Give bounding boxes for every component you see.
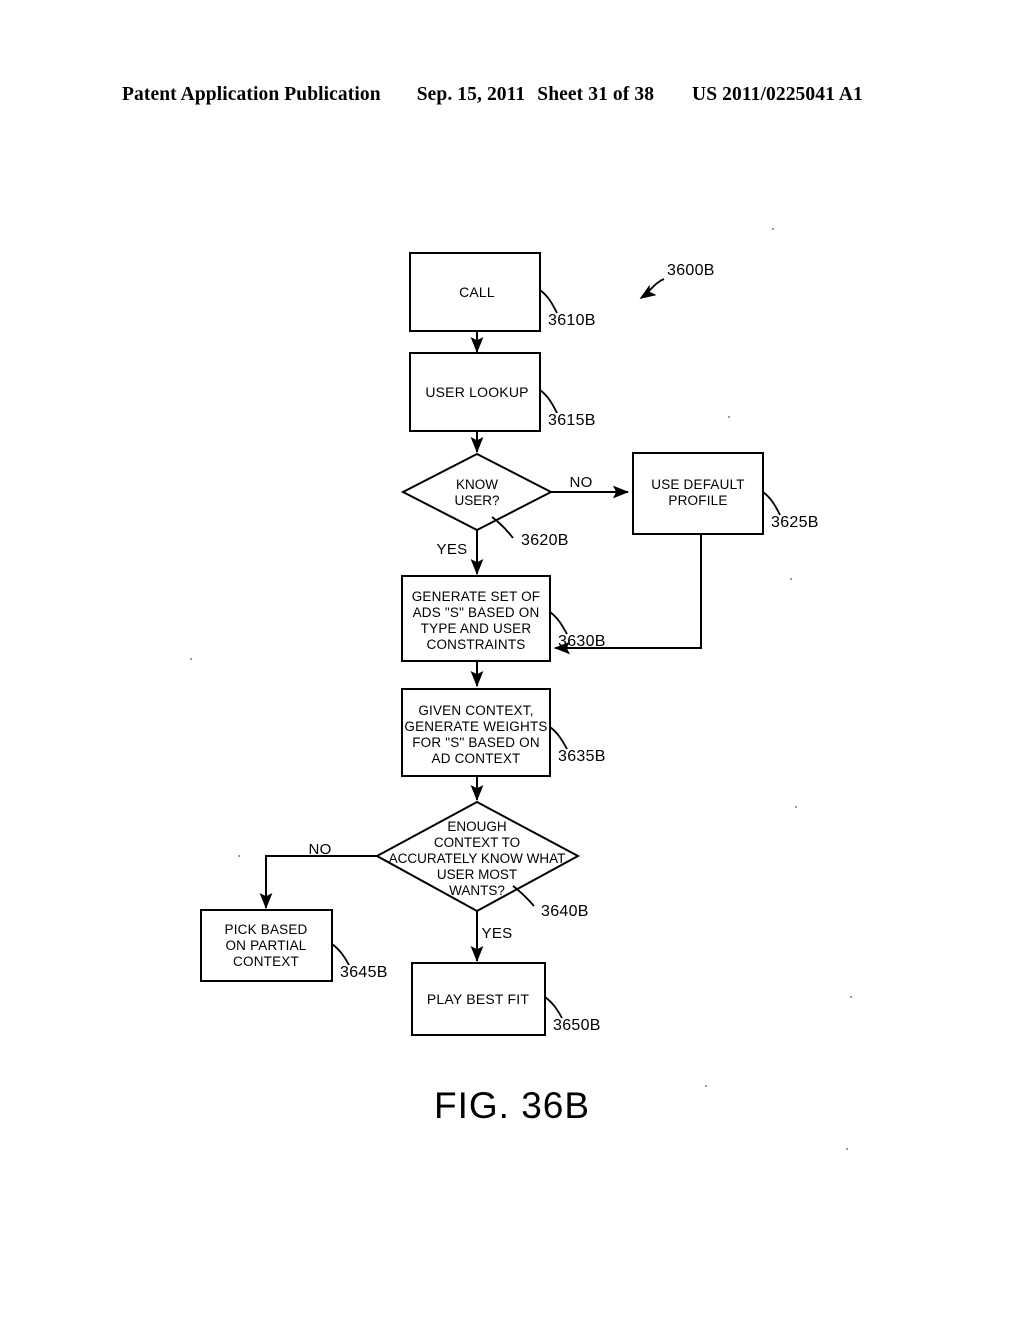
node-user-lookup-ref: 3615B xyxy=(548,412,596,429)
leader-line-pick-partial xyxy=(331,943,350,966)
node-call-ref: 3610B xyxy=(548,312,596,329)
node-use-default-profile-label-line2: PROFILE xyxy=(668,493,727,508)
node-generate-weights-label-line1: GIVEN CONTEXT, xyxy=(418,703,533,718)
node-know-user: KNOW USER? 3620B xyxy=(400,452,569,549)
leader-line-user-lookup xyxy=(539,389,558,414)
node-generate-set-label-line1: GENERATE SET OF xyxy=(412,589,541,604)
diagram-reference-label: 3600B xyxy=(667,262,715,279)
node-generate-weights-label-line2: GENERATE WEIGHTS xyxy=(404,719,547,734)
node-play-best-fit-ref: 3650B xyxy=(553,1017,601,1034)
node-generate-weights: GIVEN CONTEXT, GENERATE WEIGHTS FOR "S" … xyxy=(401,688,606,777)
leader-line-use-default-profile xyxy=(762,491,781,516)
node-generate-set: GENERATE SET OF ADS "S" BASED ON TYPE AN… xyxy=(401,575,606,662)
node-enough-context-label-line3: ACCURATELY KNOW WHAT xyxy=(389,851,566,866)
node-user-lookup: USER LOOKUP 3615B xyxy=(409,352,596,432)
patent-page: Patent Application Publication Sep. 15, … xyxy=(0,0,1024,1320)
connector-use-default-profile-to-generate-set xyxy=(554,534,702,655)
node-use-default-profile-label-line1: USE DEFAULT xyxy=(651,477,744,492)
node-use-default-profile-ref: 3625B xyxy=(771,514,819,531)
leader-line-call xyxy=(539,289,558,314)
node-enough-context-label-line2: CONTEXT TO xyxy=(434,835,520,850)
diagram-reference-callout: 3600B xyxy=(639,262,715,299)
node-generate-weights-label-line4: AD CONTEXT xyxy=(431,751,520,766)
diagram-reference-arrow xyxy=(639,278,665,299)
node-use-default-profile: USE DEFAULT PROFILE 3625B xyxy=(632,452,819,535)
branch-label-know-user-no: NO xyxy=(569,474,592,491)
node-know-user-ref: 3620B xyxy=(521,532,569,549)
branch-label-know-user-yes: YES xyxy=(437,541,468,558)
leader-line-play-best-fit xyxy=(544,996,563,1019)
node-play-best-fit: PLAY BEST FIT 3650B xyxy=(411,962,601,1036)
node-user-lookup-label: USER LOOKUP xyxy=(425,384,528,400)
branch-label-enough-context-no: NO xyxy=(308,841,331,858)
node-generate-set-label-line2: ADS "S" BASED ON xyxy=(413,605,540,620)
node-pick-partial-label-line1: PICK BASED xyxy=(224,922,307,937)
node-enough-context-label-line5: WANTS? xyxy=(449,883,505,898)
node-call: CALL 3610B xyxy=(409,252,596,332)
connector-enough-context-no-to-pick-partial xyxy=(259,855,377,909)
node-generate-weights-ref: 3635B xyxy=(558,748,606,765)
node-generate-set-label-line3: TYPE AND USER xyxy=(421,621,532,636)
node-pick-partial-label-line3: CONTEXT xyxy=(233,954,299,969)
leader-line-generate-set xyxy=(549,611,568,635)
node-pick-partial-label-line2: ON PARTIAL xyxy=(225,938,306,953)
branch-label-enough-context-yes: YES xyxy=(482,925,513,942)
node-generate-set-label-line4: CONSTRAINTS xyxy=(427,637,526,652)
leader-line-generate-weights xyxy=(549,726,568,750)
node-play-best-fit-label: PLAY BEST FIT xyxy=(427,991,529,1007)
node-generate-weights-label-line3: FOR "S" BASED ON xyxy=(412,735,540,750)
leader-line-enough-context xyxy=(512,885,535,907)
node-generate-set-ref: 3630B xyxy=(558,633,606,650)
node-call-label: CALL xyxy=(459,284,495,300)
node-enough-context: ENOUGH CONTEXT TO ACCURATELY KNOW WHAT U… xyxy=(374,800,589,920)
node-pick-partial: PICK BASED ON PARTIAL CONTEXT 3645B xyxy=(200,909,388,982)
node-know-user-label-line2: USER? xyxy=(454,493,499,508)
node-know-user-label-line1: KNOW xyxy=(456,477,498,492)
leader-line-know-user xyxy=(491,516,514,539)
figure-caption: FIG. 36B xyxy=(433,1085,591,1126)
node-enough-context-label-line1: ENOUGH xyxy=(447,819,506,834)
node-enough-context-label-line4: USER MOST xyxy=(437,867,517,882)
node-enough-context-ref: 3640B xyxy=(541,903,589,920)
node-pick-partial-ref: 3645B xyxy=(340,964,388,981)
